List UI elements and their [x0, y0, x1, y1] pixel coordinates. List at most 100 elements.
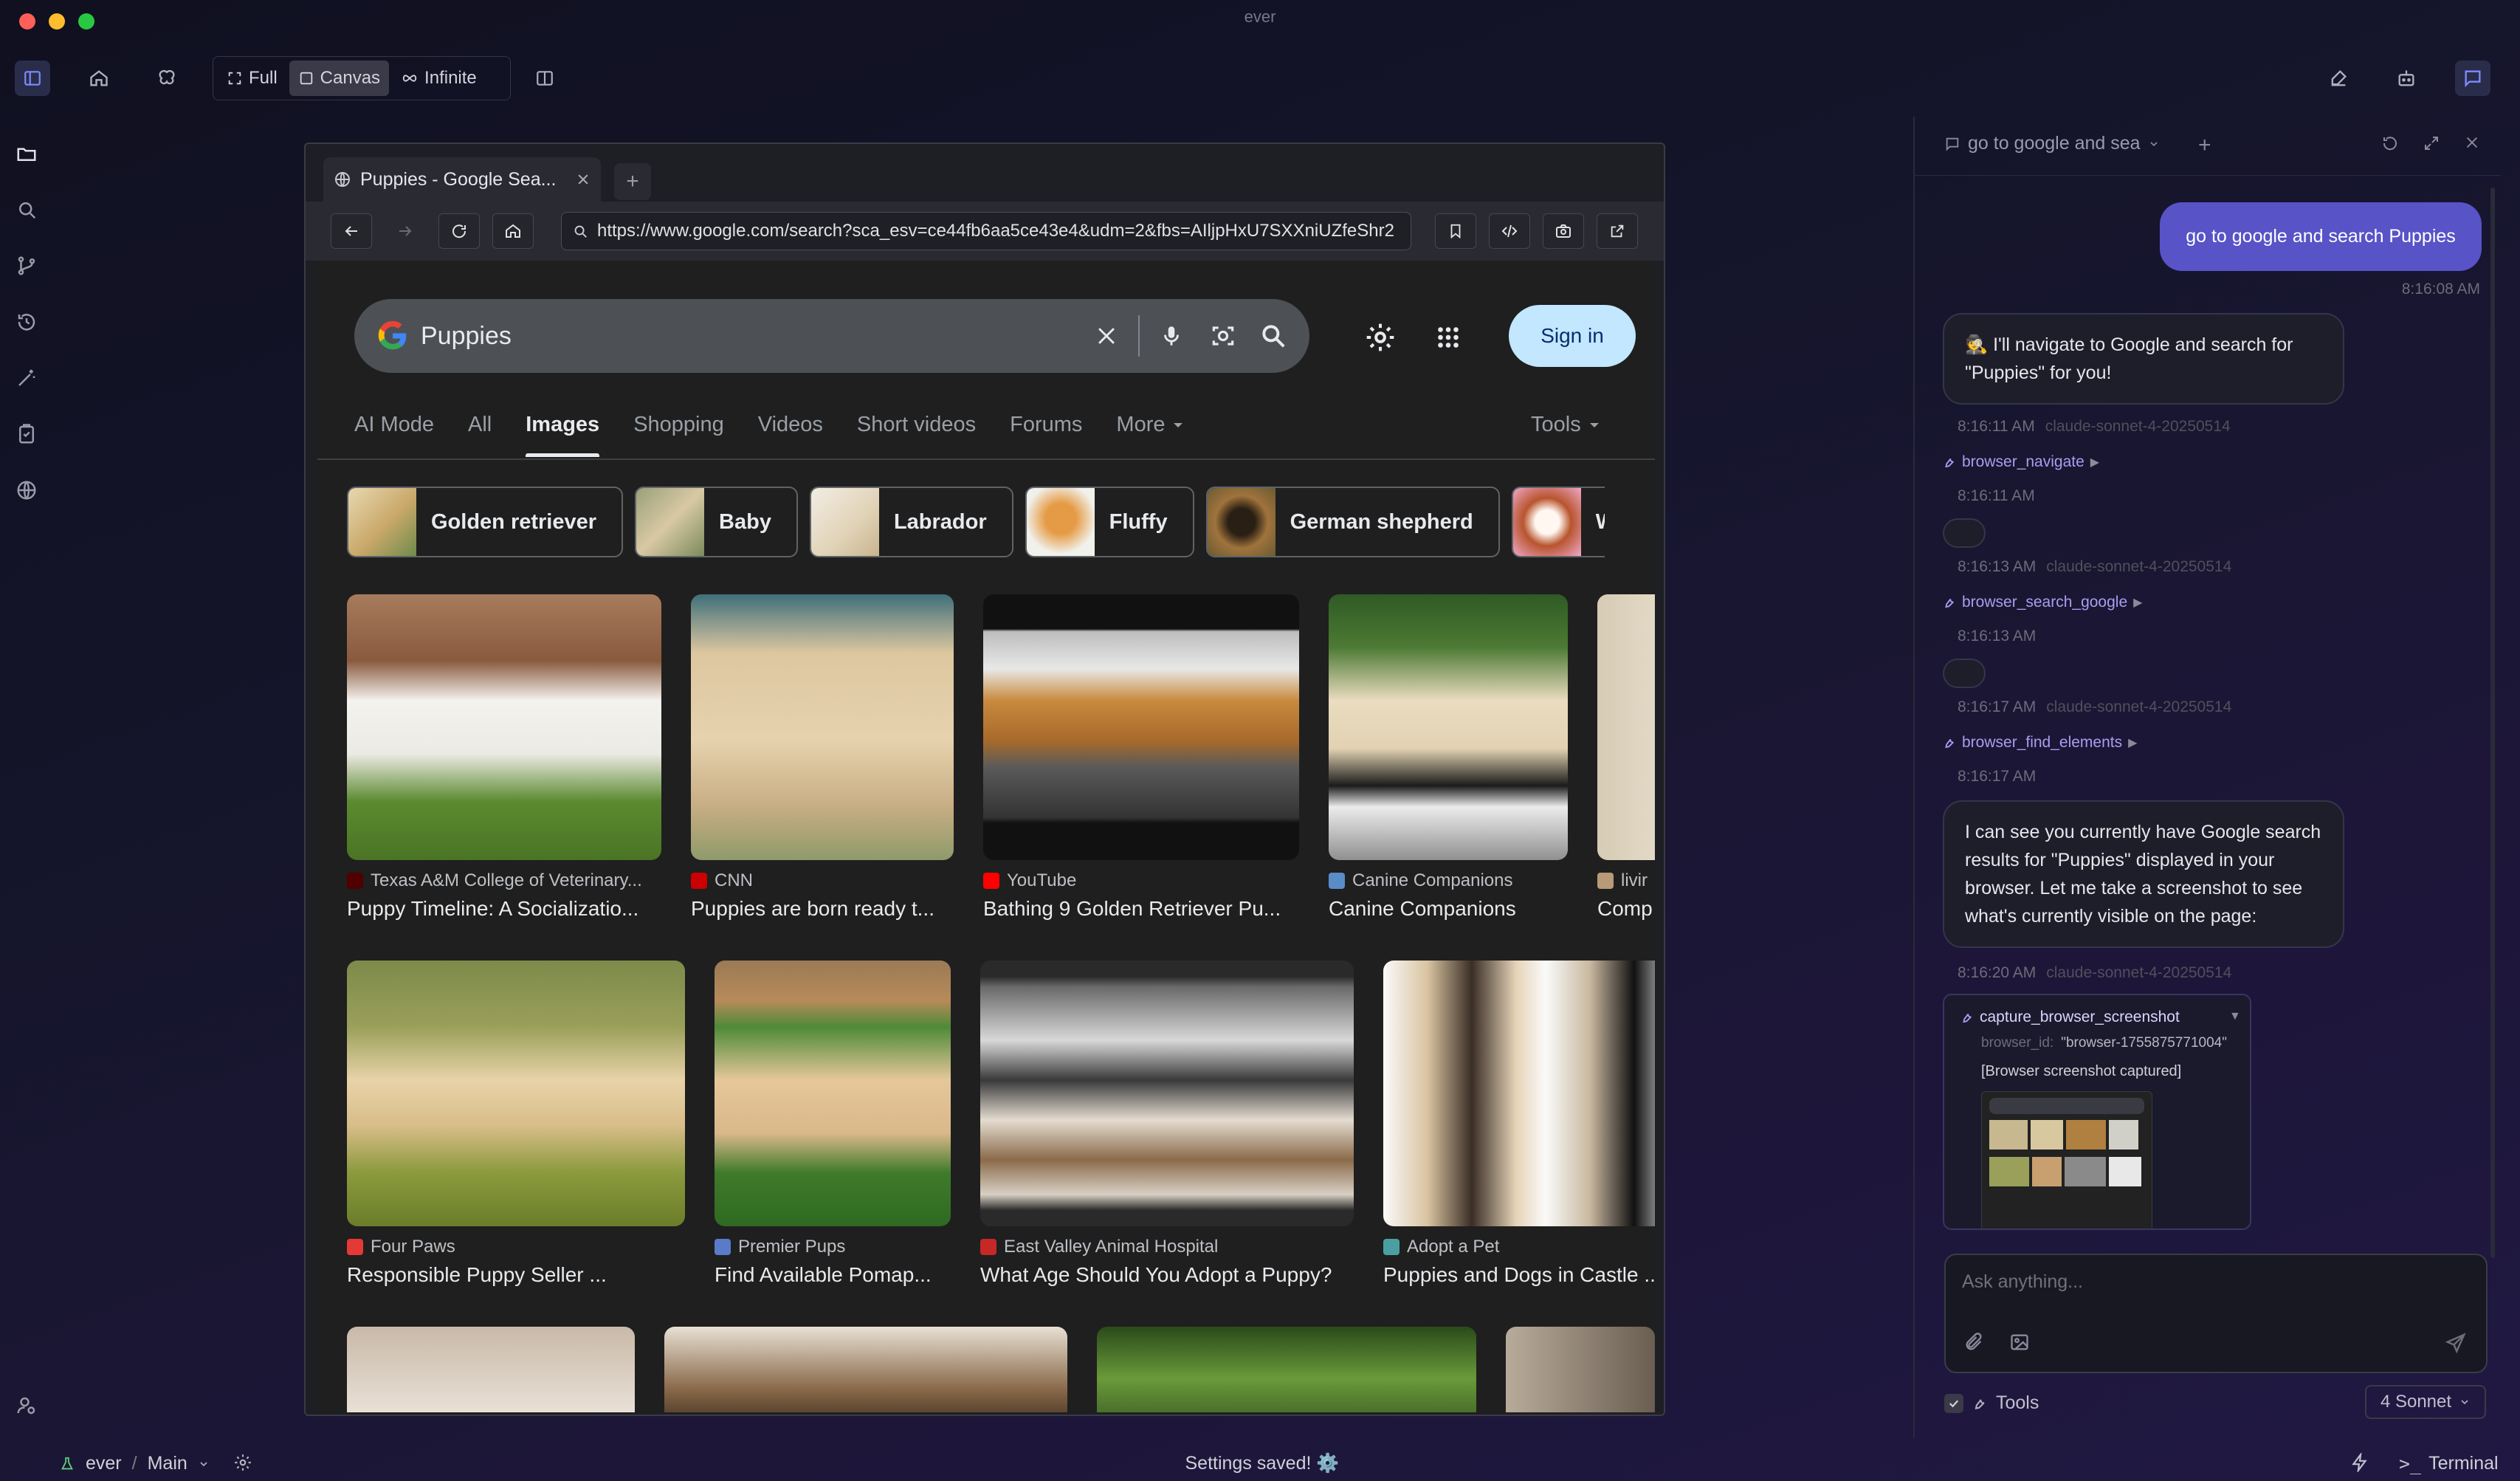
title-bar: ever — [0, 0, 2520, 37]
attach-file-button[interactable] — [1963, 1332, 1984, 1353]
wrench-icon — [1960, 1011, 1974, 1024]
chat-scrollbar[interactable] — [2490, 188, 2495, 1258]
chip-german-shepherd[interactable]: German shepherd — [1205, 487, 1500, 557]
result-image[interactable] — [664, 1327, 1067, 1412]
brain-button[interactable] — [149, 61, 185, 96]
tool-result-card[interactable]: capture_browser_screenshot ▼ browser_id:… — [1943, 994, 2251, 1230]
conversation-selector[interactable]: go to google and sea — [1944, 133, 2160, 154]
mode-canvas-button[interactable]: Canvas — [289, 61, 390, 96]
tool-call-navigate[interactable]: browser_navigate ▶ — [1943, 453, 2099, 471]
files-nav[interactable] — [10, 137, 43, 170]
chip-labrador[interactable]: Labrador — [809, 487, 1013, 557]
tab-ai-mode[interactable]: AI Mode — [354, 413, 434, 457]
tool-call-search[interactable]: browser_search_google ▶ — [1943, 594, 2142, 611]
image-result[interactable]: Canine Companions Canine Companions — [1329, 594, 1568, 921]
tools-toggle[interactable]: Tools — [1944, 1392, 2039, 1414]
tab-short-videos[interactable]: Short videos — [857, 413, 976, 457]
expand-chat-button[interactable] — [2423, 134, 2440, 152]
image-result[interactable]: livir Comp — [1597, 594, 1655, 921]
clear-search-icon[interactable] — [1094, 323, 1119, 348]
devtools-button[interactable] — [1489, 213, 1530, 249]
google-settings-button[interactable] — [1364, 321, 1397, 354]
image-result[interactable]: Texas A&M College of Veterinary... Puppy… — [347, 594, 661, 921]
paperclip-icon — [1963, 1332, 1984, 1353]
close-chat-button[interactable] — [2464, 134, 2480, 151]
attach-image-button[interactable] — [2009, 1332, 2030, 1353]
lens-camera-icon[interactable] — [1209, 322, 1237, 350]
image-result[interactable]: CNN Puppies are born ready t... — [691, 594, 954, 921]
tool-call-find-elements[interactable]: browser_find_elements ▶ — [1943, 734, 2137, 752]
chip-baby[interactable]: Baby — [635, 487, 798, 557]
new-tab-button[interactable]: + — [614, 163, 651, 200]
screenshot-button[interactable] — [1543, 213, 1584, 249]
result-image[interactable] — [347, 1327, 635, 1412]
back-button[interactable] — [331, 213, 372, 249]
status-settings-button[interactable] — [233, 1453, 252, 1472]
message-meta: 8:16:17 AM claude-sonnet-4-20250514 — [1958, 698, 2231, 716]
result-title: What Age Should You Adopt a Puppy? — [980, 1263, 1332, 1286]
account-nav[interactable] — [10, 1389, 43, 1422]
result-title: Responsible Puppy Seller ... — [347, 1263, 607, 1286]
tab-videos[interactable]: Videos — [758, 413, 823, 457]
history-nav[interactable] — [10, 306, 43, 338]
new-conversation-button[interactable]: + — [2198, 133, 2211, 158]
browser-home-button[interactable] — [492, 213, 534, 249]
workspace-breadcrumb[interactable]: ever / Main — [59, 1453, 210, 1474]
tab-shopping[interactable]: Shopping — [633, 413, 724, 457]
result-image[interactable] — [1097, 1327, 1476, 1412]
bookmark-button[interactable] — [1435, 213, 1476, 249]
forward-button[interactable] — [385, 213, 426, 249]
url-bar[interactable]: https://www.google.com/search?sca_esv=ce… — [561, 212, 1411, 250]
chip-wa[interactable]: Wa — [1511, 487, 1605, 557]
split-view-button[interactable] — [527, 61, 562, 96]
browser-tab[interactable]: Puppies - Google Sea... — [323, 157, 601, 202]
reload-icon — [450, 222, 468, 240]
tab-all[interactable]: All — [468, 413, 492, 457]
chat-input[interactable]: Ask anything... — [1944, 1254, 2488, 1373]
tab-images[interactable]: Images — [526, 413, 599, 457]
tools-label: Tools — [1996, 1392, 2039, 1413]
sign-in-button[interactable]: Sign in — [1509, 305, 1636, 367]
new-note-button[interactable] — [2321, 61, 2356, 96]
google-search-box[interactable]: Puppies — [354, 299, 1309, 373]
tasks-nav[interactable] — [10, 418, 43, 450]
quick-actions-button[interactable] — [2350, 1453, 2369, 1472]
reload-button[interactable] — [438, 213, 480, 249]
chip-golden-retriever[interactable]: Golden retriever — [347, 487, 624, 557]
refresh-chat-button[interactable] — [2381, 134, 2399, 152]
image-result[interactable]: Adopt a Pet Puppies and Dogs in Castle .… — [1383, 961, 1655, 1287]
microphone-icon[interactable] — [1159, 323, 1184, 348]
image-result[interactable]: Four Paws Responsible Puppy Seller ... — [347, 961, 685, 1287]
magic-nav[interactable] — [10, 362, 43, 394]
model-select[interactable]: 4 Sonnet — [2365, 1385, 2486, 1419]
result-source: East Valley Animal Hospital — [1004, 1237, 1219, 1257]
home-button[interactable] — [81, 61, 117, 96]
result-image[interactable] — [1506, 1327, 1655, 1412]
google-apps-button[interactable] — [1435, 324, 1462, 351]
mode-full-button[interactable]: Full — [218, 61, 286, 96]
search-submit-icon[interactable] — [1259, 322, 1287, 350]
chip-fluffy[interactable]: Fluffy — [1025, 487, 1194, 557]
git-nav[interactable] — [10, 250, 43, 282]
screenshot-thumbnail[interactable] — [1981, 1091, 2152, 1229]
close-tab-icon[interactable] — [576, 172, 591, 187]
tool-name: browser_search_google — [1962, 594, 2128, 611]
gear-icon — [1364, 321, 1397, 354]
image-result[interactable]: Premier Pups Find Available Pomap... — [715, 961, 951, 1287]
chat-panel-button[interactable] — [2455, 61, 2490, 96]
tab-forums[interactable]: Forums — [1010, 413, 1082, 457]
collapse-icon[interactable]: ▼ — [2229, 1010, 2241, 1023]
mode-infinite-button[interactable]: Infinite — [392, 61, 486, 96]
tab-more[interactable]: More — [1116, 413, 1184, 457]
browser-nav[interactable] — [10, 474, 43, 506]
agent-button[interactable] — [2389, 61, 2424, 96]
open-external-button[interactable] — [1597, 213, 1638, 249]
image-result[interactable]: East Valley Animal Hospital What Age Sho… — [980, 961, 1354, 1287]
search-nav[interactable] — [10, 193, 43, 226]
toggle-sidebar-button[interactable] — [15, 61, 50, 96]
tools-menu[interactable]: Tools — [1531, 413, 1600, 437]
send-button[interactable] — [2445, 1332, 2467, 1354]
checkbox[interactable] — [1944, 1393, 1963, 1413]
image-result[interactable]: YouTube Bathing 9 Golden Retriever Pu... — [983, 594, 1299, 921]
terminal-button[interactable]: >_ Terminal — [2399, 1453, 2499, 1474]
